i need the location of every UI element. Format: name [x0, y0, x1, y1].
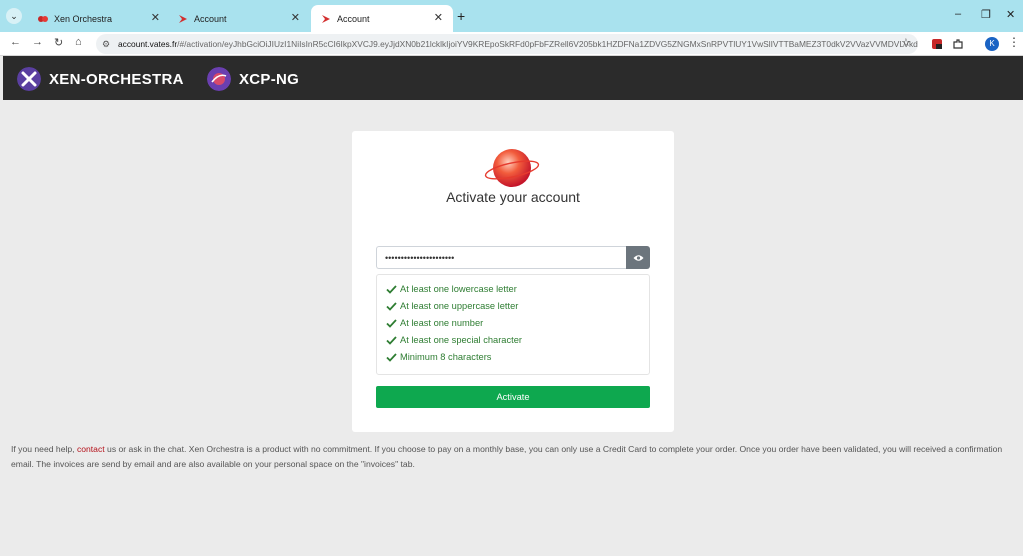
- tab-account-active[interactable]: Account ✕: [311, 5, 453, 32]
- xcp-ng-logo-icon: [207, 67, 231, 91]
- close-window-button[interactable]: ✕: [1006, 8, 1015, 21]
- password-group: [376, 246, 650, 269]
- close-tab-icon[interactable]: ✕: [434, 11, 443, 24]
- bookmark-star-icon[interactable]: ☆: [901, 36, 911, 49]
- tab-title: Account: [194, 13, 227, 24]
- home-icon[interactable]: ⌂: [75, 36, 82, 48]
- extensions-puzzle-icon[interactable]: [952, 38, 964, 50]
- brand-name: XCP-NG: [239, 70, 300, 88]
- vates-favicon-icon: [179, 14, 187, 23]
- requirement-item: At least one uppercase letter: [386, 301, 518, 311]
- check-icon: [386, 318, 397, 328]
- eye-icon: [633, 254, 643, 261]
- requirement-item: Minimum 8 characters: [386, 352, 491, 362]
- site-header: XEN-ORCHESTRA XCP-NG: [3, 56, 1023, 100]
- tab-xen-orchestra[interactable]: Xen Orchestra ✕: [28, 5, 170, 32]
- close-tab-icon[interactable]: ✕: [291, 11, 300, 24]
- requirement-text: At least one uppercase letter: [400, 301, 519, 311]
- requirement-text: Minimum 8 characters: [400, 352, 492, 362]
- check-icon: [386, 284, 397, 294]
- brand-name: XEN-ORCHESTRA: [49, 70, 184, 88]
- check-icon: [386, 301, 397, 311]
- requirement-item: At least one number: [386, 318, 483, 328]
- requirement-text: At least one number: [400, 318, 484, 328]
- check-icon: [386, 335, 397, 345]
- tab-search-button[interactable]: ⌄: [6, 8, 22, 24]
- forward-arrow-icon[interactable]: →: [32, 36, 43, 48]
- vates-favicon-icon: [322, 14, 330, 23]
- requirement-text: At least one special character: [400, 335, 522, 345]
- close-tab-icon[interactable]: ✕: [151, 11, 160, 24]
- back-arrow-icon[interactable]: ←: [10, 36, 21, 48]
- xen-orchestra-brand[interactable]: XEN-ORCHESTRA: [17, 67, 184, 91]
- profile-avatar[interactable]: K: [985, 37, 999, 51]
- tab-title: Xen Orchestra: [54, 13, 113, 24]
- reload-icon[interactable]: ↻: [54, 36, 63, 49]
- xcp-ng-brand[interactable]: XCP-NG: [207, 67, 299, 91]
- show-password-button[interactable]: [626, 246, 650, 269]
- restore-button[interactable]: ❐: [981, 8, 991, 21]
- help-text: If you need help, contact us or ask in t…: [11, 442, 1017, 472]
- url-host: account.vates.fr: [118, 39, 178, 49]
- new-tab-button[interactable]: +: [457, 8, 465, 24]
- password-requirements: At least one lowercase letter At least o…: [376, 274, 650, 375]
- requirement-text: At least one lowercase letter: [400, 284, 517, 294]
- url-path: /#/activation/eyJhbGciOiJIUzI1NiIsInR5cC…: [177, 39, 918, 49]
- page-title: Activate your account: [446, 189, 580, 205]
- xen-orchestra-favicon-icon: [38, 15, 48, 22]
- check-icon: [386, 352, 397, 362]
- activation-card: Activate your account At least one lower…: [352, 131, 674, 432]
- password-input[interactable]: [376, 246, 627, 269]
- xen-orchestra-logo-icon: [17, 67, 41, 91]
- tab-title: Account: [337, 13, 370, 24]
- vates-planet-logo-icon: [484, 149, 540, 187]
- extension-icon[interactable]: [931, 38, 943, 50]
- browser-toolbar: ← → ↻ ⌂ ⚙ account.vates.fr/#/activation/…: [0, 32, 1023, 56]
- address-bar[interactable]: ⚙ account.vates.fr/#/activation/eyJhbGci…: [96, 34, 918, 54]
- tab-account[interactable]: Account ✕: [168, 5, 310, 32]
- activate-button[interactable]: Activate: [376, 386, 650, 408]
- help-text-body: us or ask in the chat. Xen Orchestra is …: [11, 444, 1003, 469]
- more-menu-icon[interactable]: ⋮: [1008, 35, 1020, 49]
- help-text-intro: If you need help,: [11, 444, 77, 454]
- contact-link[interactable]: contact: [77, 444, 105, 454]
- requirement-item: At least one lowercase letter: [386, 284, 517, 294]
- requirement-item: At least one special character: [386, 335, 522, 345]
- minimize-button[interactable]: –: [955, 8, 961, 20]
- site-info-icon[interactable]: ⚙: [102, 34, 110, 54]
- browser-tab-bar: ⌄ Xen Orchestra ✕ Account ✕ Account ✕ + …: [0, 0, 1023, 32]
